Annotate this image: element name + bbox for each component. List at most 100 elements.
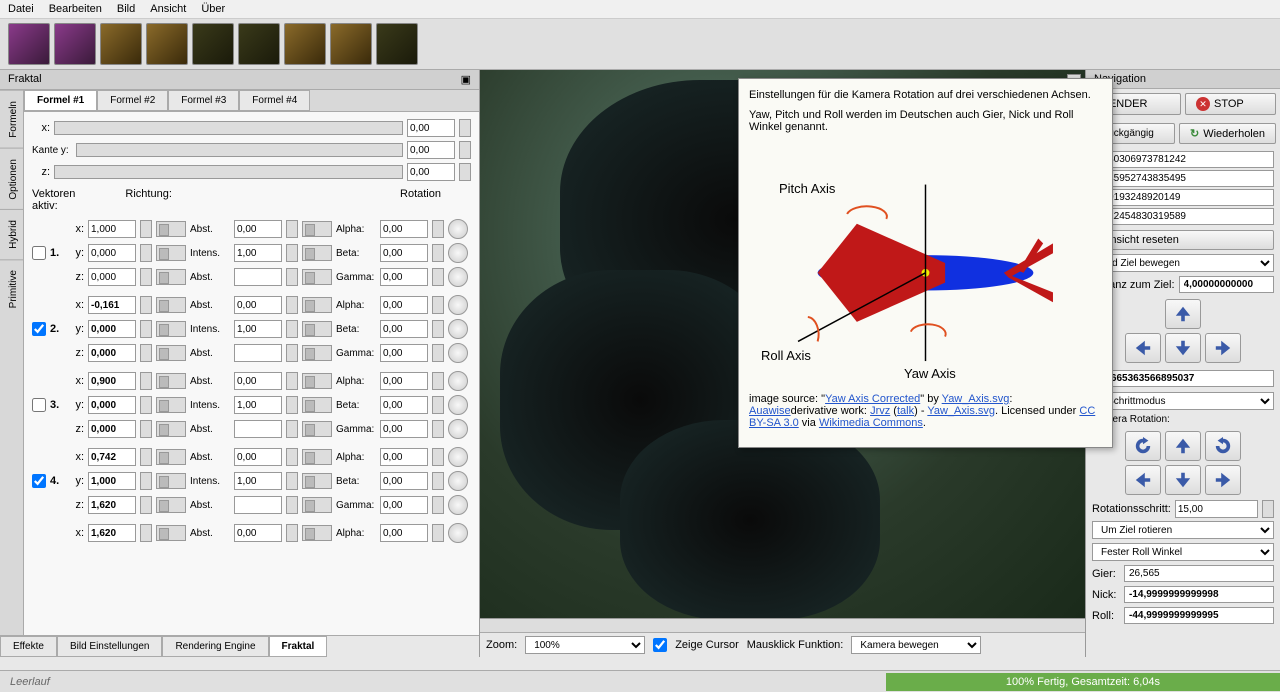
preset-icon-2[interactable] (54, 23, 96, 65)
vector-1-alpha[interactable] (380, 296, 428, 314)
slider-top-z[interactable] (54, 165, 403, 179)
vector-0-beta-dial[interactable] (448, 243, 468, 263)
vector-2-z[interactable] (88, 420, 136, 438)
vector-1-intens-spin[interactable] (286, 320, 298, 338)
tab-formel-1[interactable]: Formel #1 (24, 90, 97, 111)
menu-datei[interactable]: Datei (8, 3, 34, 15)
vector-1-abst[interactable] (234, 344, 282, 362)
vector-1-alpha-dial[interactable] (448, 295, 468, 315)
vector-1-check[interactable] (32, 322, 46, 336)
vector-3-alpha-dial[interactable] (448, 447, 468, 467)
spin-top-z[interactable] (459, 163, 471, 181)
slider-top-x[interactable] (54, 121, 403, 135)
coord-3[interactable] (1092, 189, 1274, 206)
rotate-ccw-button[interactable] (1125, 431, 1161, 461)
tab-formel-4[interactable]: Formel #4 (239, 90, 310, 111)
vector-2-gamma[interactable] (380, 420, 428, 438)
vector-2-abst-spin[interactable] (286, 372, 298, 390)
vector-1-abst-spin[interactable] (286, 296, 298, 314)
vector-3-abst-spin[interactable] (286, 496, 298, 514)
vector-0-intens-spin[interactable] (286, 244, 298, 262)
vector-4-x-slider[interactable] (156, 525, 186, 541)
vector-3-z[interactable] (88, 496, 136, 514)
vector-2-check[interactable] (32, 398, 46, 412)
zeige-cursor-check[interactable] (653, 638, 667, 652)
coord-2[interactable] (1092, 170, 1274, 187)
stop-button[interactable]: ✕STOP (1185, 93, 1276, 115)
vector-2-abst[interactable] (234, 372, 282, 390)
vector-1-y-spin[interactable] (140, 320, 152, 338)
vector-3-alpha-spin[interactable] (432, 448, 444, 466)
move-right-button[interactable] (1205, 333, 1241, 363)
rotate-right-button[interactable] (1205, 465, 1241, 495)
val-top-x[interactable] (407, 119, 455, 137)
vector-0-x[interactable] (88, 220, 136, 238)
vector-0-z-spin[interactable] (140, 268, 152, 286)
vector-2-beta-spin[interactable] (432, 396, 444, 414)
btab-effekte[interactable]: Effekte (0, 636, 57, 657)
vector-1-beta-spin[interactable] (432, 320, 444, 338)
vector-4-abst-slider[interactable] (302, 525, 332, 541)
vector-2-z-spin[interactable] (140, 420, 152, 438)
vector-3-beta[interactable] (380, 472, 428, 490)
vector-1-x-slider[interactable] (156, 297, 186, 313)
vector-3-abst[interactable] (234, 448, 282, 466)
link-yaw-svg[interactable]: Yaw_Axis.svg (942, 393, 1010, 405)
vector-1-intens-slider[interactable] (302, 321, 332, 337)
ansicht-reset-button[interactable]: Ansicht reseten (1092, 230, 1274, 250)
vector-2-alpha-spin[interactable] (432, 372, 444, 390)
vector-0-abst-slider[interactable] (302, 269, 332, 285)
ziel-bewegen-combo[interactable]: und Ziel bewegen (1092, 254, 1274, 272)
val-top-z[interactable] (407, 163, 455, 181)
vector-2-x-slider[interactable] (156, 373, 186, 389)
vector-0-alpha-dial[interactable] (448, 219, 468, 239)
vector-3-alpha[interactable] (380, 448, 428, 466)
vector-2-abst-slider[interactable] (302, 421, 332, 437)
vector-3-x[interactable] (88, 448, 136, 466)
menu-uber[interactable]: Über (201, 3, 225, 15)
vector-0-gamma-spin[interactable] (432, 268, 444, 286)
mausklick-combo[interactable]: Kamera bewegen (851, 636, 981, 654)
vector-1-gamma-dial[interactable] (448, 343, 468, 363)
vector-1-beta[interactable] (380, 320, 428, 338)
nick-input[interactable] (1124, 586, 1274, 603)
vector-3-x-spin[interactable] (140, 448, 152, 466)
vector-0-alpha-spin[interactable] (432, 220, 444, 238)
vector-3-check[interactable] (32, 474, 46, 488)
vector-1-gamma[interactable] (380, 344, 428, 362)
preset-icon-1[interactable] (8, 23, 50, 65)
tab-formel-2[interactable]: Formel #2 (97, 90, 168, 111)
vector-1-abst-slider[interactable] (302, 297, 332, 313)
gier-input[interactable] (1124, 565, 1274, 582)
vector-3-abst-spin[interactable] (286, 448, 298, 466)
vector-4-alpha[interactable] (380, 524, 428, 542)
vector-4-abst[interactable] (234, 524, 282, 542)
slider-top-y[interactable] (76, 143, 403, 157)
preset-icon-5[interactable] (192, 23, 234, 65)
move-left-button[interactable] (1125, 333, 1161, 363)
vector-3-gamma[interactable] (380, 496, 428, 514)
vector-2-beta-dial[interactable] (448, 395, 468, 415)
vector-3-abst-slider[interactable] (302, 497, 332, 513)
vector-3-beta-spin[interactable] (432, 472, 444, 490)
vector-2-abst-slider[interactable] (302, 373, 332, 389)
vector-1-gamma-spin[interactable] (432, 344, 444, 362)
viewport-scrollbar-h[interactable] (480, 618, 1085, 632)
vector-1-z[interactable] (88, 344, 136, 362)
btab-bild[interactable]: Bild Einstellungen (57, 636, 163, 657)
link-yaw-svg2[interactable]: Yaw_Axis.svg (927, 405, 995, 417)
vector-0-x-slider[interactable] (156, 221, 186, 237)
vector-0-alpha[interactable] (380, 220, 428, 238)
vector-2-y-slider[interactable] (156, 397, 186, 413)
vector-2-intens[interactable] (234, 396, 282, 414)
link-talk[interactable]: talk (897, 405, 914, 417)
sidetab-primitive[interactable]: Primitive (0, 259, 23, 318)
vector-3-y-spin[interactable] (140, 472, 152, 490)
link-yaw-corrected[interactable]: Yaw Axis Corrected (825, 393, 920, 405)
vector-4-alpha-dial[interactable] (448, 523, 468, 543)
rotate-left-button[interactable] (1125, 465, 1161, 495)
schrittmodus-combo[interactable]: r Schrittmodus (1092, 392, 1274, 410)
vector-2-abst[interactable] (234, 420, 282, 438)
vector-0-check[interactable] (32, 246, 46, 260)
vector-3-y[interactable] (88, 472, 136, 490)
